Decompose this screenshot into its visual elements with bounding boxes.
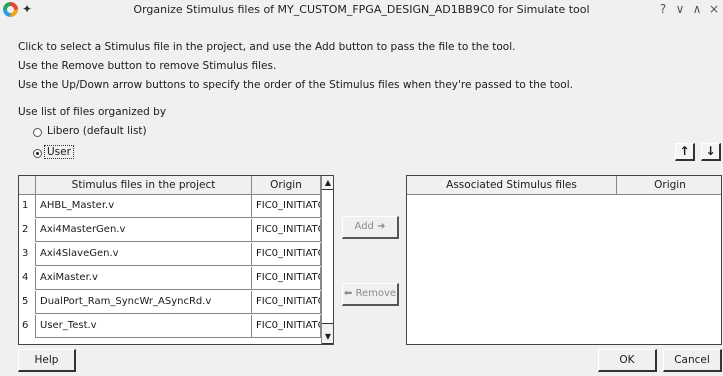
ok-button[interactable]: OK xyxy=(598,349,657,372)
row-number: 4 xyxy=(19,267,36,290)
associated-files-table: Associated Stimulus files Origin xyxy=(406,175,722,345)
instruction-line-1: Click to select a Stimulus file in the p… xyxy=(18,41,516,53)
project-table-scrollbar[interactable]: ▲ ▼ xyxy=(321,176,333,344)
scroll-up-icon[interactable]: ▲ xyxy=(322,176,333,190)
remove-button[interactable]: ⬅ Remove xyxy=(342,283,399,306)
close-icon[interactable]: × xyxy=(707,2,721,16)
file-name-cell[interactable]: AxiMaster.v xyxy=(36,267,252,290)
table-row[interactable]: 5 DualPort_Ram_SyncWr_ASyncRd.v FIC0_INI… xyxy=(19,291,321,314)
maximize-icon[interactable]: ∧ xyxy=(690,2,704,16)
title-bar: ✦ Organize Stimulus files of MY_CUSTOM_F… xyxy=(0,0,723,20)
window-title: Organize Stimulus files of MY_CUSTOM_FPG… xyxy=(133,3,590,16)
organize-label: Use list of files organized by xyxy=(18,106,167,118)
associated-file-header[interactable]: Associated Stimulus files xyxy=(407,176,617,195)
file-name-cell[interactable]: DualPort_Ram_SyncWr_ASyncRd.v xyxy=(36,291,252,314)
table-row[interactable]: 4 AxiMaster.v FIC0_INITIATOR xyxy=(19,267,321,290)
file-name-cell[interactable]: AHBL_Master.v xyxy=(36,195,252,218)
move-down-button[interactable]: ↓ xyxy=(701,143,721,161)
user-radio[interactable] xyxy=(33,149,42,158)
row-number: 3 xyxy=(19,243,36,266)
move-up-button[interactable]: ↑ xyxy=(675,143,695,161)
table-row[interactable]: 6 User_Test.v FIC0_INITIATOR xyxy=(19,315,321,338)
table-row[interactable]: 2 Axi4MasterGen.v FIC0_INITIATOR xyxy=(19,219,321,242)
scroll-thumb[interactable] xyxy=(322,190,333,324)
pin-icon[interactable]: ✦ xyxy=(22,2,32,16)
origin-cell[interactable]: FIC0_INITIATOR xyxy=(252,291,321,314)
associated-origin-header[interactable]: Origin xyxy=(617,176,721,195)
origin-cell[interactable]: FIC0_INITIATOR xyxy=(252,267,321,290)
cancel-button[interactable]: Cancel xyxy=(663,349,722,372)
instruction-line-2: Use the Remove button to remove Stimulus… xyxy=(18,60,277,72)
row-number: 1 xyxy=(19,195,36,218)
table-row[interactable]: 3 Axi4SlaveGen.v FIC0_INITIATOR xyxy=(19,243,321,266)
project-files-table: Stimulus files in the project Origin 1 A… xyxy=(18,175,334,345)
add-button[interactable]: Add ➜ xyxy=(342,216,399,239)
libero-radio[interactable] xyxy=(33,128,42,137)
origin-cell[interactable]: FIC0_INITIATOR xyxy=(252,195,321,218)
table-row[interactable]: 1 AHBL_Master.v FIC0_INITIATOR xyxy=(19,195,321,218)
file-name-cell[interactable]: User_Test.v xyxy=(36,315,252,338)
libero-radio-label[interactable]: Libero (default list) xyxy=(47,125,147,137)
help-button[interactable]: Help xyxy=(18,349,76,372)
instruction-line-3: Use the Up/Down arrow buttons to specify… xyxy=(18,79,573,91)
project-origin-header[interactable]: Origin xyxy=(252,176,321,195)
app-logo-icon xyxy=(3,2,18,17)
row-number: 5 xyxy=(19,291,36,314)
origin-cell[interactable]: FIC0_INITIATOR xyxy=(252,315,321,338)
minimize-icon[interactable]: ∨ xyxy=(673,2,687,16)
origin-cell[interactable]: FIC0_INITIATOR xyxy=(252,243,321,266)
row-number: 6 xyxy=(19,315,36,338)
help-icon[interactable]: ? xyxy=(656,2,670,16)
file-name-cell[interactable]: Axi4SlaveGen.v xyxy=(36,243,252,266)
row-number: 2 xyxy=(19,219,36,242)
row-number-header xyxy=(19,176,36,195)
project-file-header[interactable]: Stimulus files in the project xyxy=(36,176,252,195)
user-radio-label[interactable]: User xyxy=(44,145,74,159)
scroll-down-icon[interactable]: ▼ xyxy=(322,330,333,344)
file-name-cell[interactable]: Axi4MasterGen.v xyxy=(36,219,252,242)
origin-cell[interactable]: FIC0_INITIATOR xyxy=(252,219,321,242)
